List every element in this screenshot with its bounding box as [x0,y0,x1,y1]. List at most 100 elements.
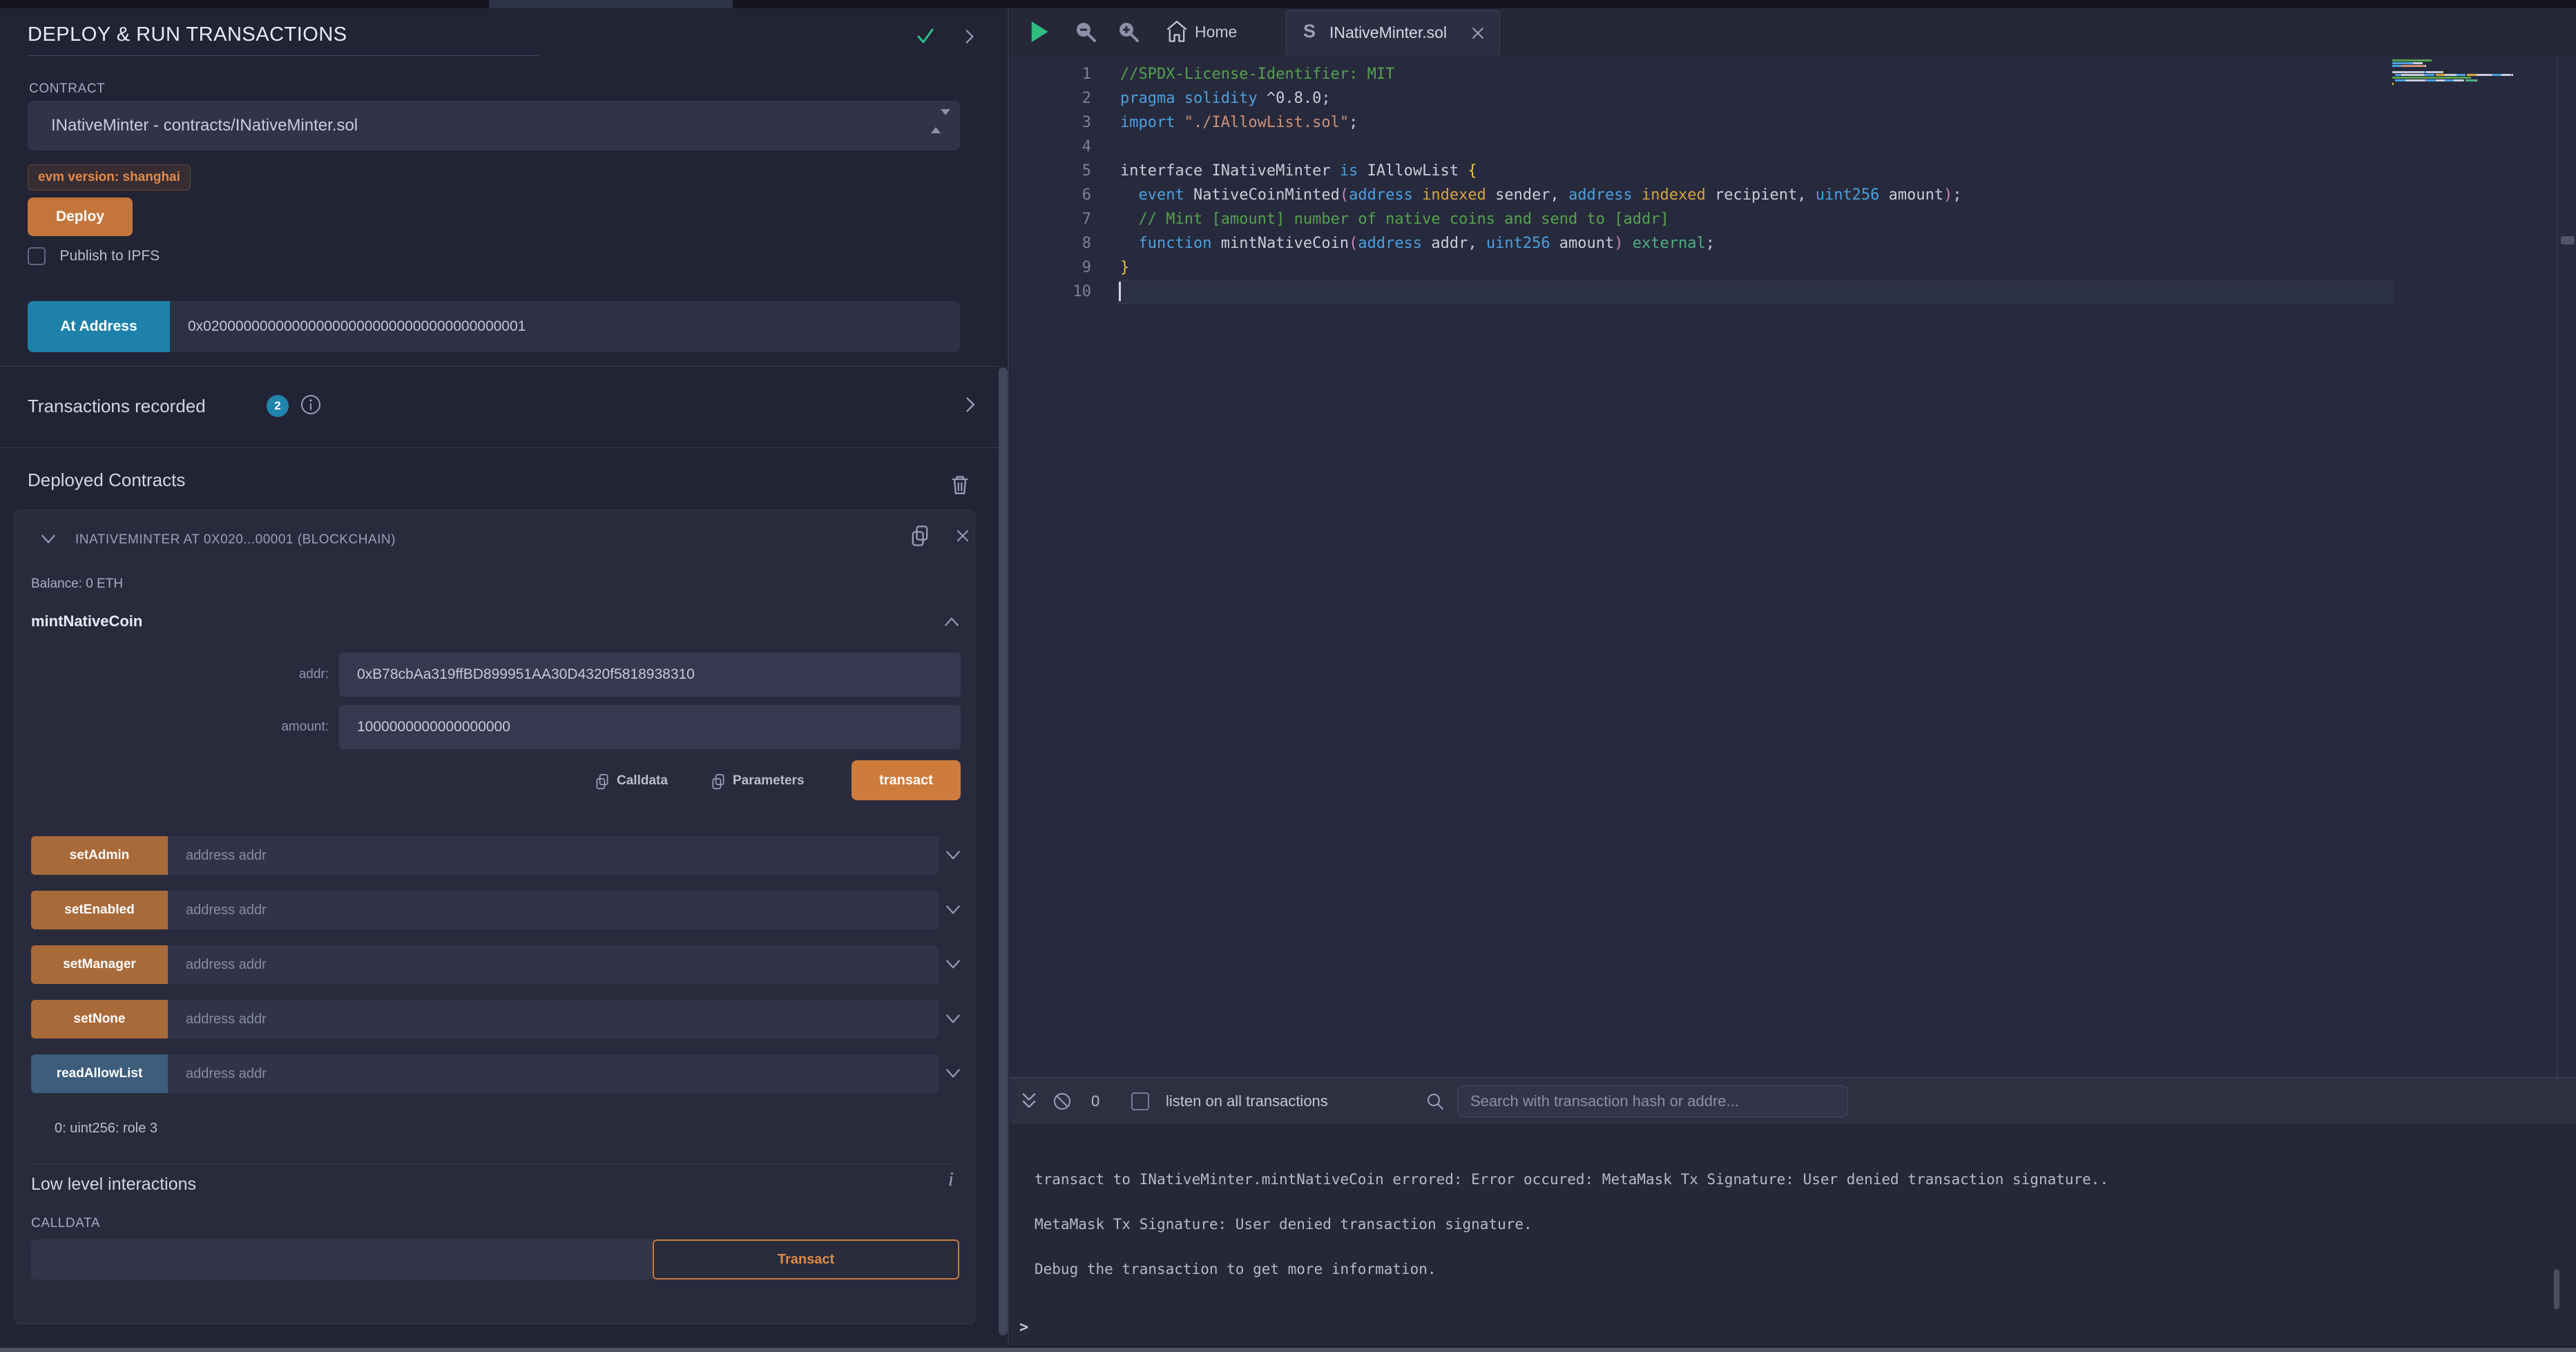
contract-function-row: setNone [15,1000,976,1039]
chevron-down-icon[interactable] [39,531,57,546]
at-address-input[interactable] [170,301,960,352]
transact-button[interactable]: transact [852,760,961,800]
terminal-toolbar: 0 listen on all transactions [1010,1079,2576,1124]
instance-title: INATIVEMINTER AT 0X020...00001 (BLOCKCHA… [75,532,396,548]
deployed-contract-card: INATIVEMINTER AT 0X020...00001 (BLOCKCHA… [14,510,975,1324]
copy-icon [711,773,726,791]
function-arg-input[interactable] [168,836,939,875]
tab-inativeminter-sol[interactable]: S INativeMinter.sol [1286,10,1500,55]
current-line-highlight [1117,280,2394,304]
minimap-divider [2557,55,2558,1077]
param-label: amount: [15,705,329,749]
evm-version-badge: evm version: shanghai [28,164,191,191]
copy-calldata-label: Calldata [617,773,668,788]
pending-tx-count: 0 [1091,1079,1099,1124]
function-button[interactable]: setNone [31,1000,168,1039]
tab-label: INativeMinter.sol [1329,11,1447,55]
function-return-value: 0: uint256: role 3 [55,1121,157,1137]
text-cursor [1119,282,1121,301]
expanded-function-name: mintNativeCoin [31,612,142,630]
publish-ipfs-label: Publish to IPFS [59,248,160,264]
trash-icon[interactable] [950,474,970,496]
terminal-scrollbar-thumb[interactable] [2554,1269,2559,1309]
at-address-row: At Address [28,301,960,352]
contract-select-value: INativeMinter - contracts/INativeMinter.… [51,101,358,151]
zoom-in-icon[interactable] [1117,21,1140,43]
calldata-label: CALLDATA [31,1216,100,1231]
function-arg-input[interactable] [168,945,939,984]
copy-parameters-label: Parameters [733,773,805,788]
run-script-play-icon[interactable] [1029,19,1050,44]
terminal: 0 listen on all transactions transact to… [1010,1077,2576,1345]
divider [0,366,998,367]
copy-parameters-button[interactable]: Parameters [711,773,805,791]
home-icon[interactable] [1166,20,1188,44]
title-underline [28,55,539,56]
search-icon [1425,1092,1445,1111]
deploy-button[interactable]: Deploy [28,197,133,236]
contract-function-row: setEnabled [15,891,976,929]
contract-label: CONTRACT [29,81,105,97]
terminal-prompt[interactable]: > [1019,1319,1028,1337]
transactions-expand-icon[interactable] [960,395,979,414]
function-button[interactable]: setEnabled [31,891,168,929]
balance-label: Balance: 0 ETH [31,577,123,592]
low-level-title: Low level interactions [31,1175,196,1195]
publish-ipfs-checkbox[interactable] [28,247,46,265]
function-param-row: amount: [15,705,976,749]
calldata-input[interactable] [31,1239,653,1279]
copy-calldata-button[interactable]: Calldata [595,773,668,791]
param-input[interactable] [339,705,961,749]
deploy-run-panel: DEPLOY & RUN TRANSACTIONS CONTRACT INati… [0,8,998,1345]
collapse-terminal-icon[interactable] [1019,1092,1039,1111]
panel-editor-divider [1008,8,1009,1345]
terminal-search-input[interactable] [1457,1085,1848,1117]
code-editor[interactable]: 12345678910 //SPDX-License-Identifier: M… [1010,55,2576,1077]
divider [0,447,998,448]
window-top-edge [0,0,2576,8]
info-icon: i [948,1169,954,1191]
panel-title: DEPLOY & RUN TRANSACTIONS [28,23,347,46]
panel-scrollbar[interactable] [999,367,1008,1335]
tab-home[interactable]: Home [1195,8,1237,55]
param-input[interactable] [339,653,961,697]
low-level-transact-button[interactable]: Transact [653,1239,959,1279]
clear-console-icon[interactable] [1052,1092,1072,1111]
at-address-button[interactable]: At Address [28,301,170,352]
chevron-down-icon[interactable] [944,957,962,972]
editor-scrollbar-thumb[interactable] [2561,236,2575,244]
collapse-panel-icon[interactable] [960,28,978,46]
divider [31,1163,950,1164]
close-icon[interactable] [955,528,970,543]
function-arg-input[interactable] [168,1000,939,1039]
publish-ipfs-row: Publish to IPFS [28,247,160,268]
listen-transactions-checkbox[interactable] [1131,1092,1149,1110]
function-button[interactable]: readAllowList [31,1054,168,1093]
copy-icon [595,773,610,791]
transactions-recorded-label: Transactions recorded [28,396,206,417]
contract-function-row: setAdmin [15,836,976,875]
chevron-down-icon[interactable] [944,1066,962,1081]
listen-transactions-label: listen on all transactions [1166,1079,1328,1124]
window-bottom-border [0,1348,2576,1352]
chevron-down-icon[interactable] [944,902,962,918]
copy-icon[interactable] [910,524,930,548]
chevron-up-icon[interactable] [943,614,961,629]
chevron-down-icon[interactable] [944,848,962,863]
function-arg-input[interactable] [168,891,939,929]
deployed-contracts-title: Deployed Contracts [28,470,185,491]
function-arg-input[interactable] [168,1054,939,1093]
function-button[interactable]: setManager [31,945,168,984]
info-icon [300,394,322,416]
transactions-count-badge: 2 [267,395,289,417]
function-button[interactable]: setAdmin [31,836,168,875]
editor-minimap[interactable] [2392,59,2557,149]
close-tab-icon[interactable] [1470,26,1486,41]
contract-function-row: setManager [15,945,976,984]
remix-app: DEPLOY & RUN TRANSACTIONS CONTRACT INati… [0,0,2576,1352]
contract-select[interactable]: INativeMinter - contracts/INativeMinter.… [28,101,960,151]
editor-tabbar: Home S INativeMinter.sol [1010,8,2576,55]
zoom-out-icon[interactable] [1075,21,1097,43]
chevron-down-icon[interactable] [944,1012,962,1027]
window-top-highlight [489,0,733,8]
